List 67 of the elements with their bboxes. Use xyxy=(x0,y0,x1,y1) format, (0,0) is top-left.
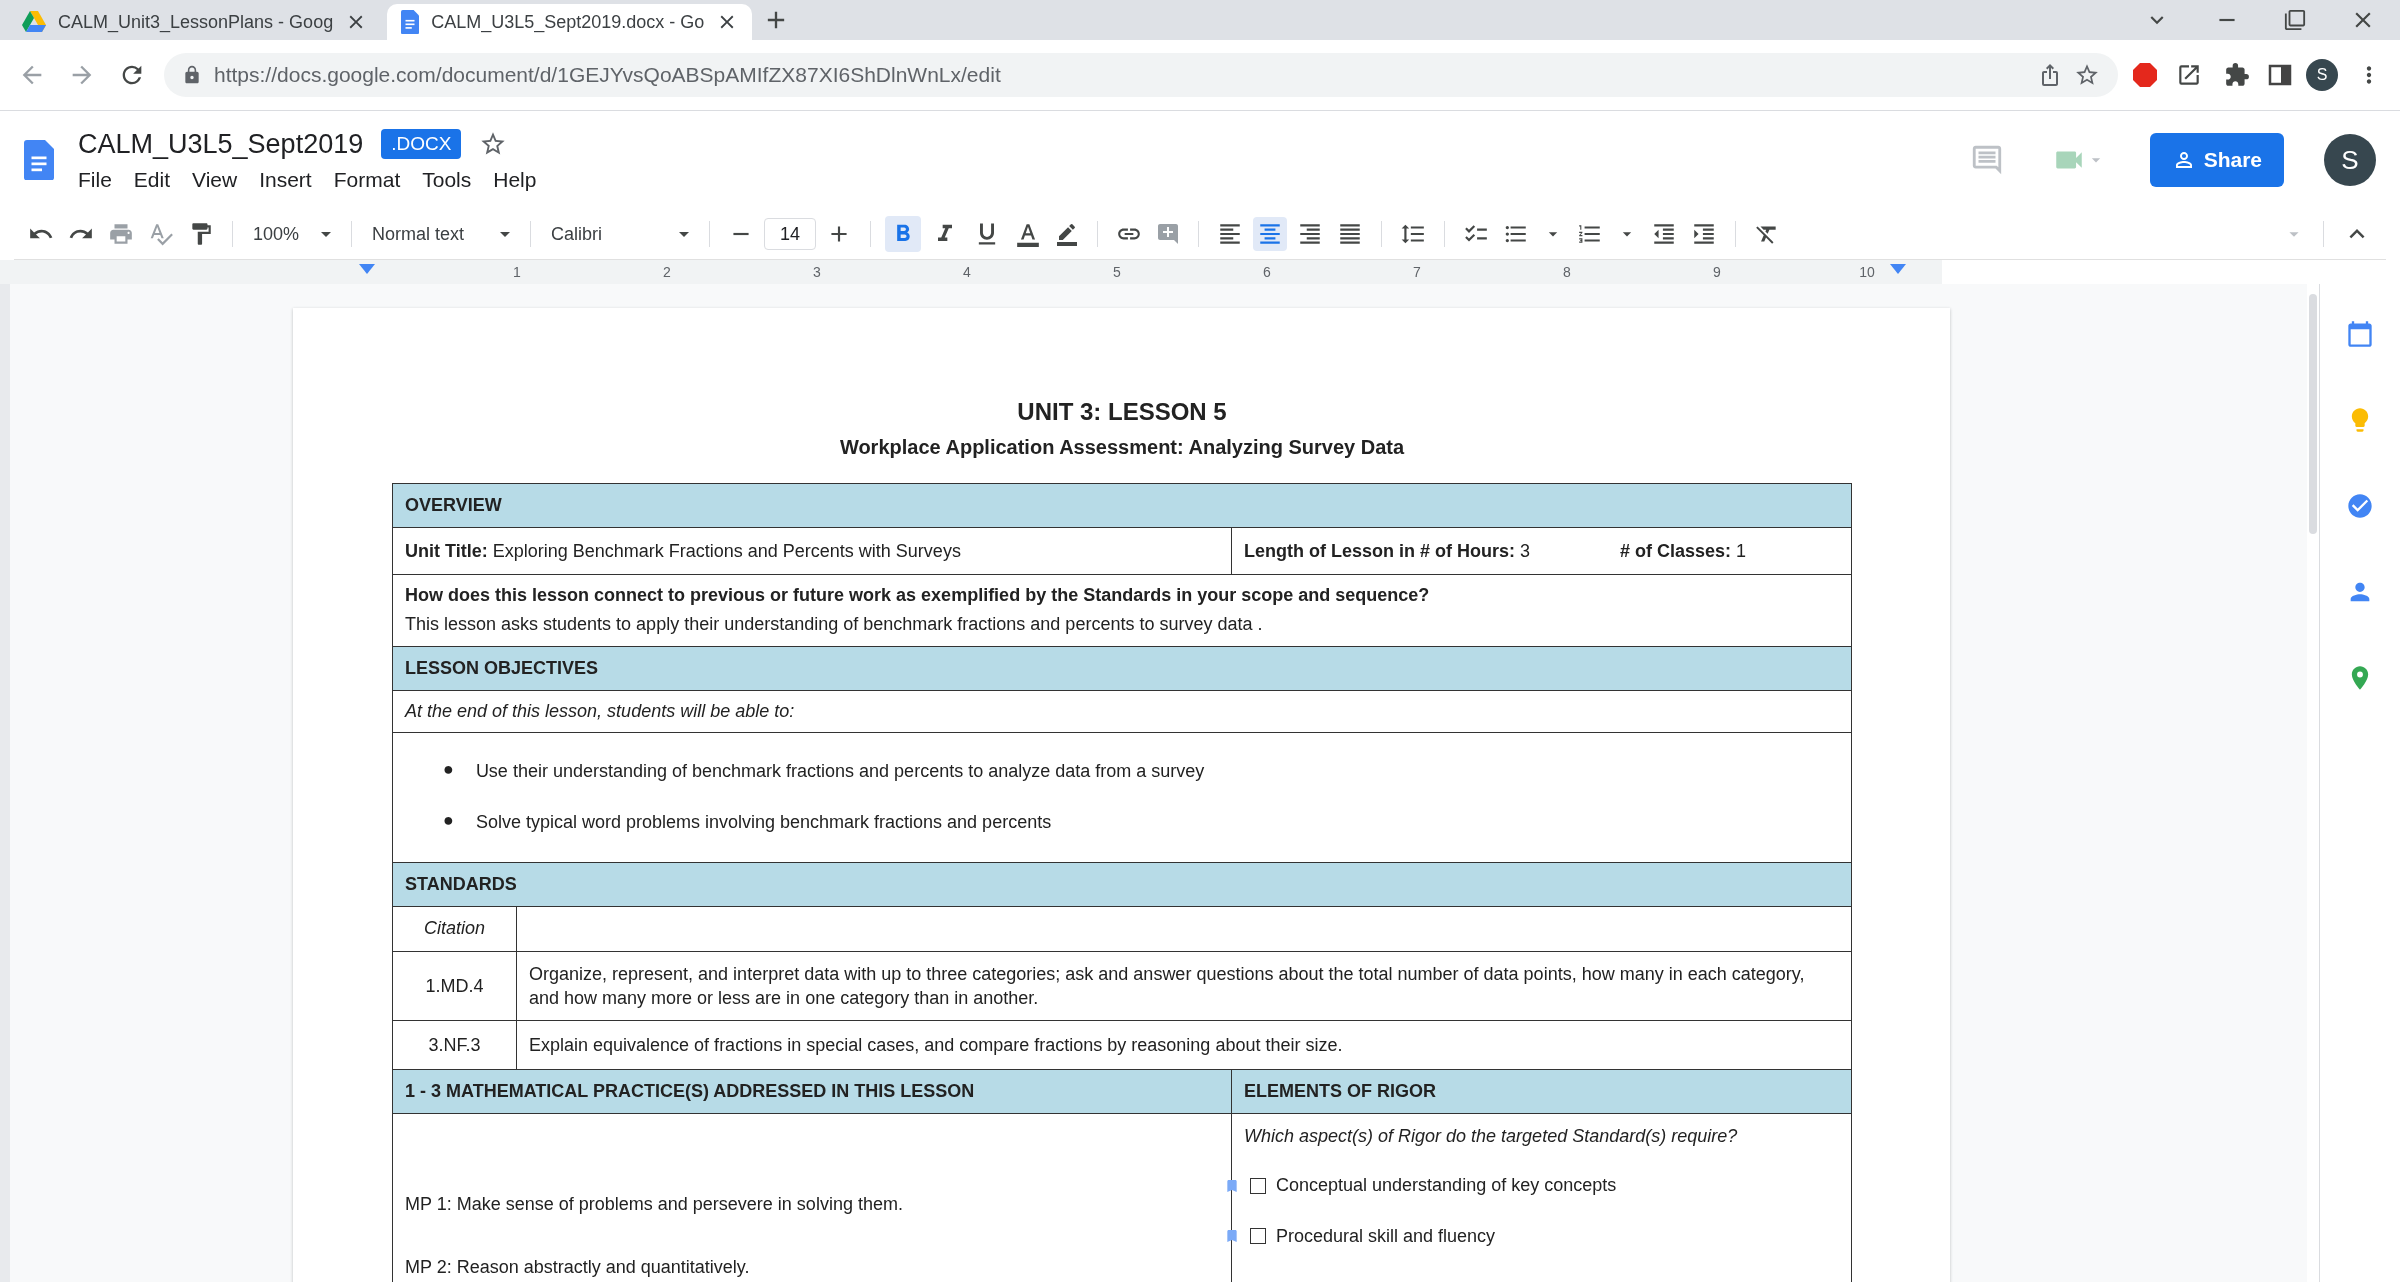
docs-logo-icon xyxy=(24,139,54,181)
indent-marker-icon[interactable] xyxy=(359,264,375,276)
answer-text: This lesson asks students to apply their understanding of benchmark fractions and percents to survey data . xyxy=(405,613,1264,636)
bullet-icon: ● xyxy=(443,809,454,834)
calendar-icon[interactable] xyxy=(2346,320,2374,348)
share-button[interactable]: Share xyxy=(2149,133,2284,187)
bookmark-icon xyxy=(1224,1177,1240,1194)
star-icon[interactable] xyxy=(2074,62,2100,88)
profile-avatar[interactable]: S xyxy=(2306,59,2338,91)
question-text: How does this lesson connect to previous or future work as exemplified by the Standards in your scope and sequence? xyxy=(405,585,1431,606)
option-label: Procedural skill and fluency xyxy=(1276,1224,1496,1248)
menu-item[interactable]: File xyxy=(78,167,112,192)
tasks-icon[interactable] xyxy=(2346,492,2374,520)
style-dropdown[interactable]: Normal text xyxy=(366,222,516,246)
section-header: STANDARDS xyxy=(405,873,518,895)
side-panel-icon[interactable] xyxy=(2268,63,2292,87)
menu-item[interactable]: Edit xyxy=(133,167,171,192)
section-header: 1 - 3 MATHEMATICAL PRACTICE(S) ADDRESSED IN THIS LESSON xyxy=(405,1081,976,1103)
zoom-dropdown[interactable]: 100% xyxy=(247,222,337,246)
docs-logo-icon xyxy=(401,9,420,35)
rigor-question: Which aspect(s) of Rigor do the targeted Standard(s) require? xyxy=(1244,1126,1739,1148)
class-count: # of Classes: 1 xyxy=(1620,539,1747,563)
browser-tab[interactable]: CALM_U3L5_Sept2019.docx - Go xyxy=(387,4,753,40)
scrollbar-thumb[interactable] xyxy=(2309,294,2317,534)
file-type-badge: .DOCX xyxy=(381,129,462,159)
bullet-icon: ● xyxy=(443,759,454,784)
section-header: OVERVIEW xyxy=(405,495,503,516)
bold-icon[interactable] xyxy=(885,216,921,252)
document-title[interactable]: CALM_U3L5_Sept2019 xyxy=(78,128,364,160)
account-avatar[interactable]: S xyxy=(2324,134,2376,186)
option-label: Conceptual understanding of key concepts xyxy=(1276,1174,1617,1198)
ruler[interactable]: 1 2 3 4 5 6 7 8 9 10 xyxy=(0,260,1942,284)
menu-item[interactable]: Help xyxy=(493,167,537,192)
standard-code: 3.NF.3 xyxy=(428,1034,481,1058)
objective-text: Solve typical word problems involving benchmark fractions and percents xyxy=(475,810,1052,834)
objective-text: Use their understanding of benchmark fractions and percents to analyze data from a survey xyxy=(475,760,1205,784)
caret-icon xyxy=(321,231,331,237)
checkbox[interactable] xyxy=(1250,1227,1266,1244)
section-header: ELEMENTS OF RIGOR xyxy=(1244,1081,1437,1103)
caret-icon xyxy=(679,231,689,237)
standard-text: Organize, represent, and interpret data with up to three categories; ask and answer questions about the total number of data points, how many in each category, and how many more or less are in one category than in another. xyxy=(529,962,1806,1011)
section-header: LESSON OBJECTIVES xyxy=(405,658,600,680)
menu-item[interactable]: Format xyxy=(333,167,401,192)
stop-sign-icon[interactable] xyxy=(2132,62,2158,88)
column-header: Citation xyxy=(424,918,485,940)
indent-marker-icon[interactable] xyxy=(1890,264,1906,276)
document-heading: UNIT 3: LESSON 5 xyxy=(1016,398,1228,426)
address-field[interactable]: https://docs.google.com/document/d/1GEJYvsQoABSpAMIfZX87XI6ShDlnWnLx/edit xyxy=(164,53,2118,97)
intro-text: At the end of this lesson, students will be able to: xyxy=(405,701,796,723)
font-size-field[interactable]: 14 xyxy=(764,218,816,250)
lock-icon xyxy=(182,65,202,85)
practice-text: MP 1: Make sense of problems and persevere in solving them. xyxy=(405,1193,904,1217)
font-dropdown[interactable]: Calibri xyxy=(545,222,695,246)
bookmark-icon xyxy=(1224,1227,1240,1244)
caret-icon xyxy=(500,231,510,237)
unit-title: Unit Title: Exploring Benchmark Fractions and Percents with Surveys xyxy=(405,539,962,563)
menu-item[interactable]: Insert xyxy=(259,167,312,192)
menu-item[interactable]: Tools xyxy=(422,167,472,192)
checkbox[interactable] xyxy=(1250,1177,1266,1194)
standard-code: 1.MD.4 xyxy=(425,975,484,999)
drive-logo-icon xyxy=(22,11,46,33)
document-subheading: Workplace Application Assessment: Analyzing Survey Data xyxy=(838,436,1406,459)
practice-text: MP 2: Reason abstractly and quantitatively. xyxy=(405,1255,751,1279)
lesson-hours: Length of Lesson in # of Hours: 3 xyxy=(1244,539,1530,563)
menu-item[interactable]: View xyxy=(192,167,238,192)
browser-tab[interactable]: CALM_Unit3_LessonPlans - Goog xyxy=(8,4,382,40)
standard-text: Explain equivalence of fractions in special cases, and compare fractions by reasoning about their size. xyxy=(529,1034,1344,1058)
